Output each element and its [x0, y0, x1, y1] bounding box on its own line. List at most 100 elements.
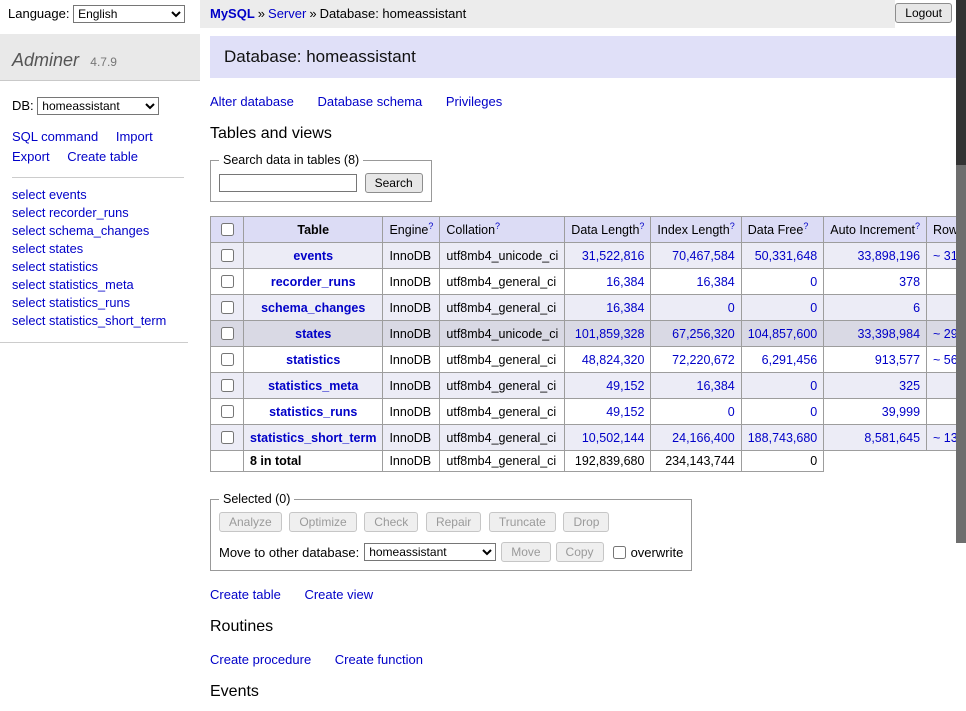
auto-increment-link[interactable]: 8,581,645 — [864, 431, 920, 445]
sidebar-item-select-statistics-runs[interactable]: select statistics_runs — [12, 295, 130, 310]
auto-increment-link[interactable]: 39,999 — [882, 405, 920, 419]
data-free-link[interactable]: 0 — [810, 301, 817, 315]
analyze-button[interactable]: Analyze — [219, 512, 282, 532]
data-length-link[interactable]: 49,152 — [606, 405, 644, 419]
table-name-link[interactable]: events — [293, 249, 333, 263]
import-link[interactable]: Import — [116, 129, 153, 144]
engine-help-link[interactable]: ? — [428, 221, 433, 231]
check-button[interactable]: Check — [364, 512, 418, 532]
auto-increment-help-link[interactable]: ? — [915, 221, 920, 231]
sidebar-item-select-statistics[interactable]: select statistics — [12, 259, 98, 274]
logout-button[interactable]: Logout — [895, 3, 952, 23]
data-free-link[interactable]: 104,857,600 — [748, 327, 818, 341]
create-view-link[interactable]: Create view — [304, 587, 373, 602]
index-length-link[interactable]: 24,166,400 — [672, 431, 735, 445]
auto-increment-link[interactable]: 913,577 — [875, 353, 920, 367]
create-table-link-sidebar[interactable]: Create table — [67, 149, 138, 164]
total-data-free-cell: 0 — [741, 451, 824, 472]
privileges-link[interactable]: Privileges — [446, 94, 502, 109]
auto-increment-link[interactable]: 6 — [913, 301, 920, 315]
sidebar-item-select-schema-changes[interactable]: select schema_changes — [12, 223, 149, 238]
table-name-link[interactable]: statistics_meta — [268, 379, 358, 393]
data-length-link[interactable]: 101,859,328 — [575, 327, 645, 341]
sidebar-item-select-statistics-meta[interactable]: select statistics_meta — [12, 277, 134, 292]
table-header-row: Table Engine? Collation? Data Length? In… — [211, 217, 966, 243]
index-length-link[interactable]: 16,384 — [697, 275, 735, 289]
auto-increment-link[interactable]: 33,398,984 — [857, 327, 920, 341]
table-name-link[interactable]: statistics_runs — [269, 405, 357, 419]
index-length-link[interactable]: 0 — [728, 405, 735, 419]
export-link[interactable]: Export — [12, 149, 50, 164]
data-length-help-link[interactable]: ? — [639, 221, 644, 231]
data-free-help-link[interactable]: ? — [803, 221, 808, 231]
database-schema-link[interactable]: Database schema — [317, 94, 422, 109]
drop-button[interactable]: Drop — [563, 512, 609, 532]
data-free-link[interactable]: 0 — [810, 405, 817, 419]
index-length-link[interactable]: 16,384 — [697, 379, 735, 393]
list-item: select statistics_meta — [12, 276, 176, 294]
db-select[interactable]: homeassistant — [37, 97, 159, 115]
select-all-checkbox[interactable] — [221, 223, 234, 236]
data-length-link[interactable]: 31,522,816 — [582, 249, 645, 263]
total-engine-cell: InnoDB — [383, 451, 440, 472]
data-length-link[interactable]: 16,384 — [606, 275, 644, 289]
data-length-cell: 16,384 — [565, 269, 651, 295]
row-select-checkbox[interactable] — [221, 431, 234, 444]
table-name-link[interactable]: states — [295, 327, 331, 341]
sql-command-link[interactable]: SQL command — [12, 129, 98, 144]
vertical-scrollbar[interactable] — [956, 0, 966, 543]
move-button[interactable]: Move — [501, 542, 550, 562]
data-length-link[interactable]: 49,152 — [606, 379, 644, 393]
search-input[interactable] — [219, 174, 357, 192]
data-free-link[interactable]: 50,331,648 — [755, 249, 818, 263]
create-procedure-link[interactable]: Create procedure — [210, 652, 311, 667]
index-length-link[interactable]: 72,220,672 — [672, 353, 735, 367]
table-name-link[interactable]: schema_changes — [261, 301, 365, 315]
data-length-link[interactable]: 48,824,320 — [582, 353, 645, 367]
truncate-button[interactable]: Truncate — [489, 512, 556, 532]
optimize-button[interactable]: Optimize — [289, 512, 356, 532]
overwrite-checkbox[interactable] — [613, 546, 626, 559]
auto-increment-link[interactable]: 33,898,196 — [857, 249, 920, 263]
header-engine-label: Engine — [389, 224, 428, 238]
index-length-link[interactable]: 67,256,320 — [672, 327, 735, 341]
table-name-link[interactable]: recorder_runs — [271, 275, 356, 289]
search-button[interactable]: Search — [365, 173, 423, 193]
row-select-checkbox[interactable] — [221, 405, 234, 418]
breadcrumb-mysql-link[interactable]: MySQL — [210, 6, 255, 21]
sidebar-item-select-recorder-runs[interactable]: select recorder_runs — [12, 205, 129, 220]
sidebar-item-select-statistics-short-term[interactable]: select statistics_short_term — [12, 313, 166, 328]
index-length-help-link[interactable]: ? — [730, 221, 735, 231]
row-select-checkbox[interactable] — [221, 301, 234, 314]
auto-increment-link[interactable]: 378 — [899, 275, 920, 289]
collation-help-link[interactable]: ? — [495, 221, 500, 231]
sidebar-item-select-states[interactable]: select states — [12, 241, 83, 256]
row-select-checkbox[interactable] — [221, 327, 234, 340]
auto-increment-link[interactable]: 325 — [899, 379, 920, 393]
move-db-select[interactable]: homeassistant — [364, 543, 496, 561]
repair-button[interactable]: Repair — [426, 512, 481, 532]
alter-database-link[interactable]: Alter database — [210, 94, 294, 109]
sidebar-item-select-events[interactable]: select events — [12, 187, 87, 202]
scrollbar-thumb[interactable] — [956, 0, 966, 165]
table-name-link[interactable]: statistics — [286, 353, 340, 367]
breadcrumb-server-link[interactable]: Server — [268, 6, 306, 21]
data-free-link[interactable]: 0 — [810, 379, 817, 393]
copy-button[interactable]: Copy — [556, 542, 604, 562]
index-length-link[interactable]: 70,467,584 — [672, 249, 735, 263]
index-length-link[interactable]: 0 — [728, 301, 735, 315]
row-select-checkbox[interactable] — [221, 249, 234, 262]
row-select-checkbox[interactable] — [221, 275, 234, 288]
row-select-checkbox[interactable] — [221, 353, 234, 366]
total-collation-cell: utf8mb4_general_ci — [440, 451, 565, 472]
row-select-checkbox[interactable] — [221, 379, 234, 392]
language-select[interactable]: English — [73, 5, 185, 23]
data-length-link[interactable]: 16,384 — [606, 301, 644, 315]
data-free-link[interactable]: 0 — [810, 275, 817, 289]
data-free-link[interactable]: 6,291,456 — [762, 353, 818, 367]
data-length-link[interactable]: 10,502,144 — [582, 431, 645, 445]
data-free-link[interactable]: 188,743,680 — [748, 431, 818, 445]
create-function-link[interactable]: Create function — [335, 652, 423, 667]
table-name-link[interactable]: statistics_short_term — [250, 431, 376, 445]
create-table-link[interactable]: Create table — [210, 587, 281, 602]
